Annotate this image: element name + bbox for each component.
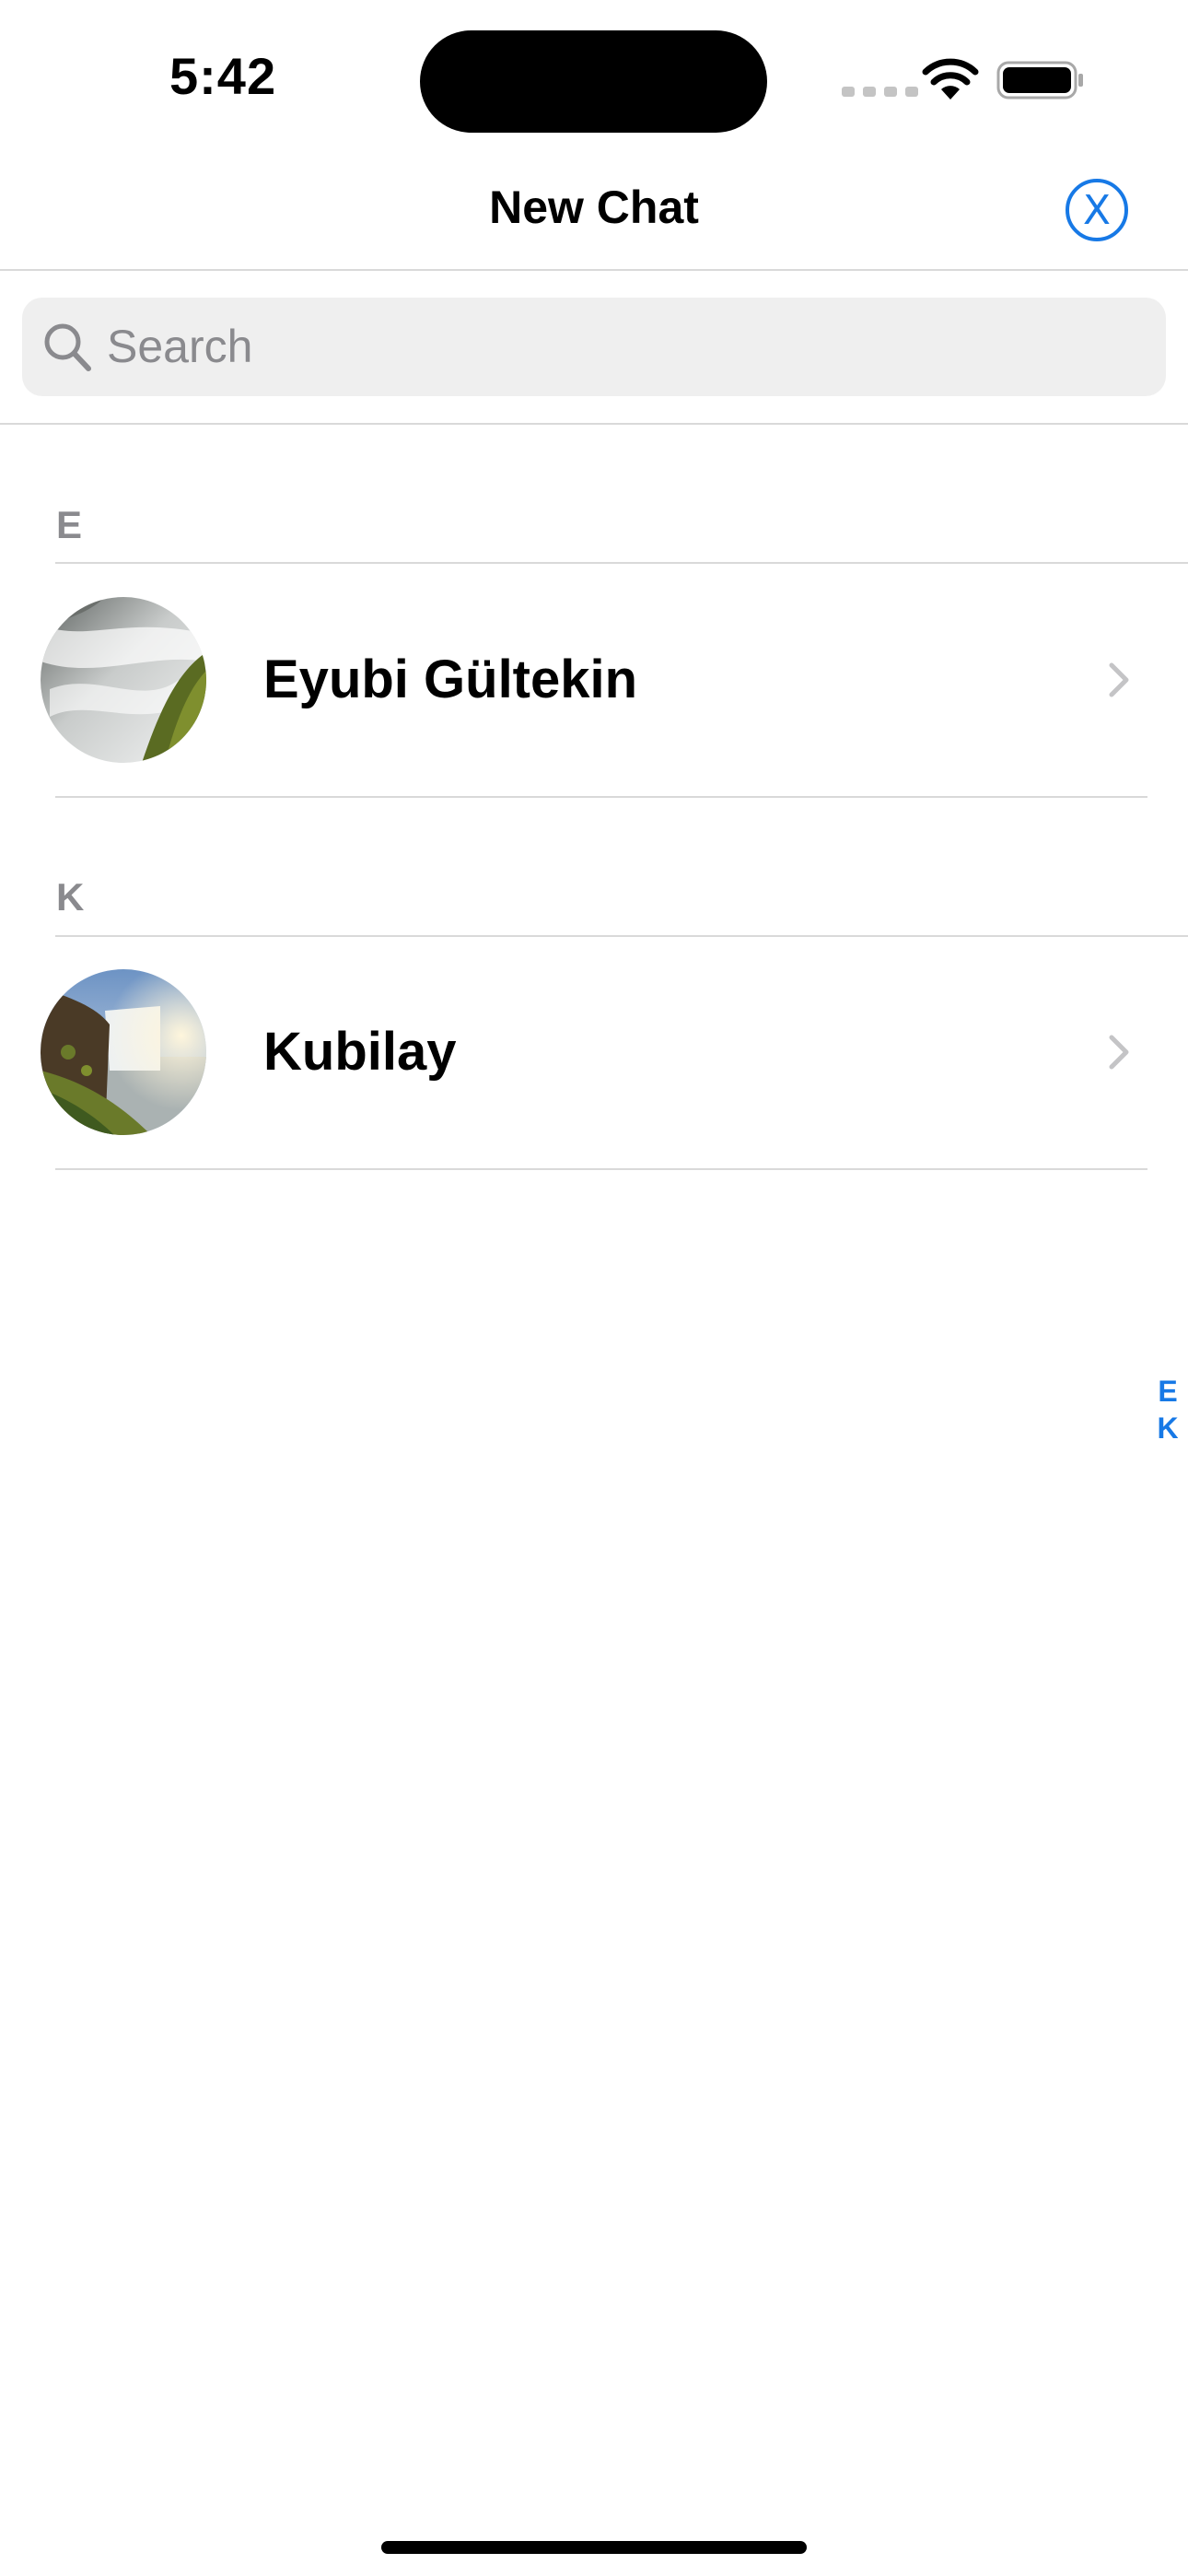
section-header-k: K [56, 875, 85, 919]
row-divider [55, 796, 1147, 798]
avatar [41, 597, 206, 763]
waterfall-photo [41, 597, 206, 763]
contact-name: Eyubi Gültekin [263, 650, 638, 709]
search-input[interactable] [107, 316, 1120, 377]
search-bar[interactable] [22, 298, 1166, 396]
search-icon [44, 323, 91, 371]
cellular-signal-icon [842, 87, 918, 97]
search-divider [0, 423, 1188, 425]
status-time: 5:42 [169, 47, 277, 105]
row-divider [55, 1168, 1147, 1170]
index-item-e[interactable]: E [1154, 1373, 1182, 1410]
header-divider [0, 269, 1188, 271]
battery-icon [996, 61, 1083, 100]
section-header-e: E [56, 503, 83, 546]
contact-row[interactable]: Eyubi Gültekin [0, 564, 1188, 796]
section-index[interactable]: E K [1154, 1373, 1182, 1446]
page-title: New Chat [489, 181, 699, 233]
chevron-right-icon [1109, 1035, 1129, 1070]
contact-name: Kubilay [263, 1022, 457, 1082]
contact-row[interactable]: Kubilay [0, 936, 1188, 1168]
index-item-k[interactable]: K [1154, 1410, 1182, 1446]
wifi-icon [922, 58, 979, 100]
waterfall-cliff-photo [41, 969, 206, 1135]
close-icon: X [1082, 186, 1112, 234]
dynamic-island [420, 30, 767, 133]
avatar [41, 969, 206, 1135]
home-indicator [381, 2541, 807, 2554]
close-button[interactable]: X [1066, 179, 1128, 241]
chevron-right-icon [1109, 662, 1129, 697]
